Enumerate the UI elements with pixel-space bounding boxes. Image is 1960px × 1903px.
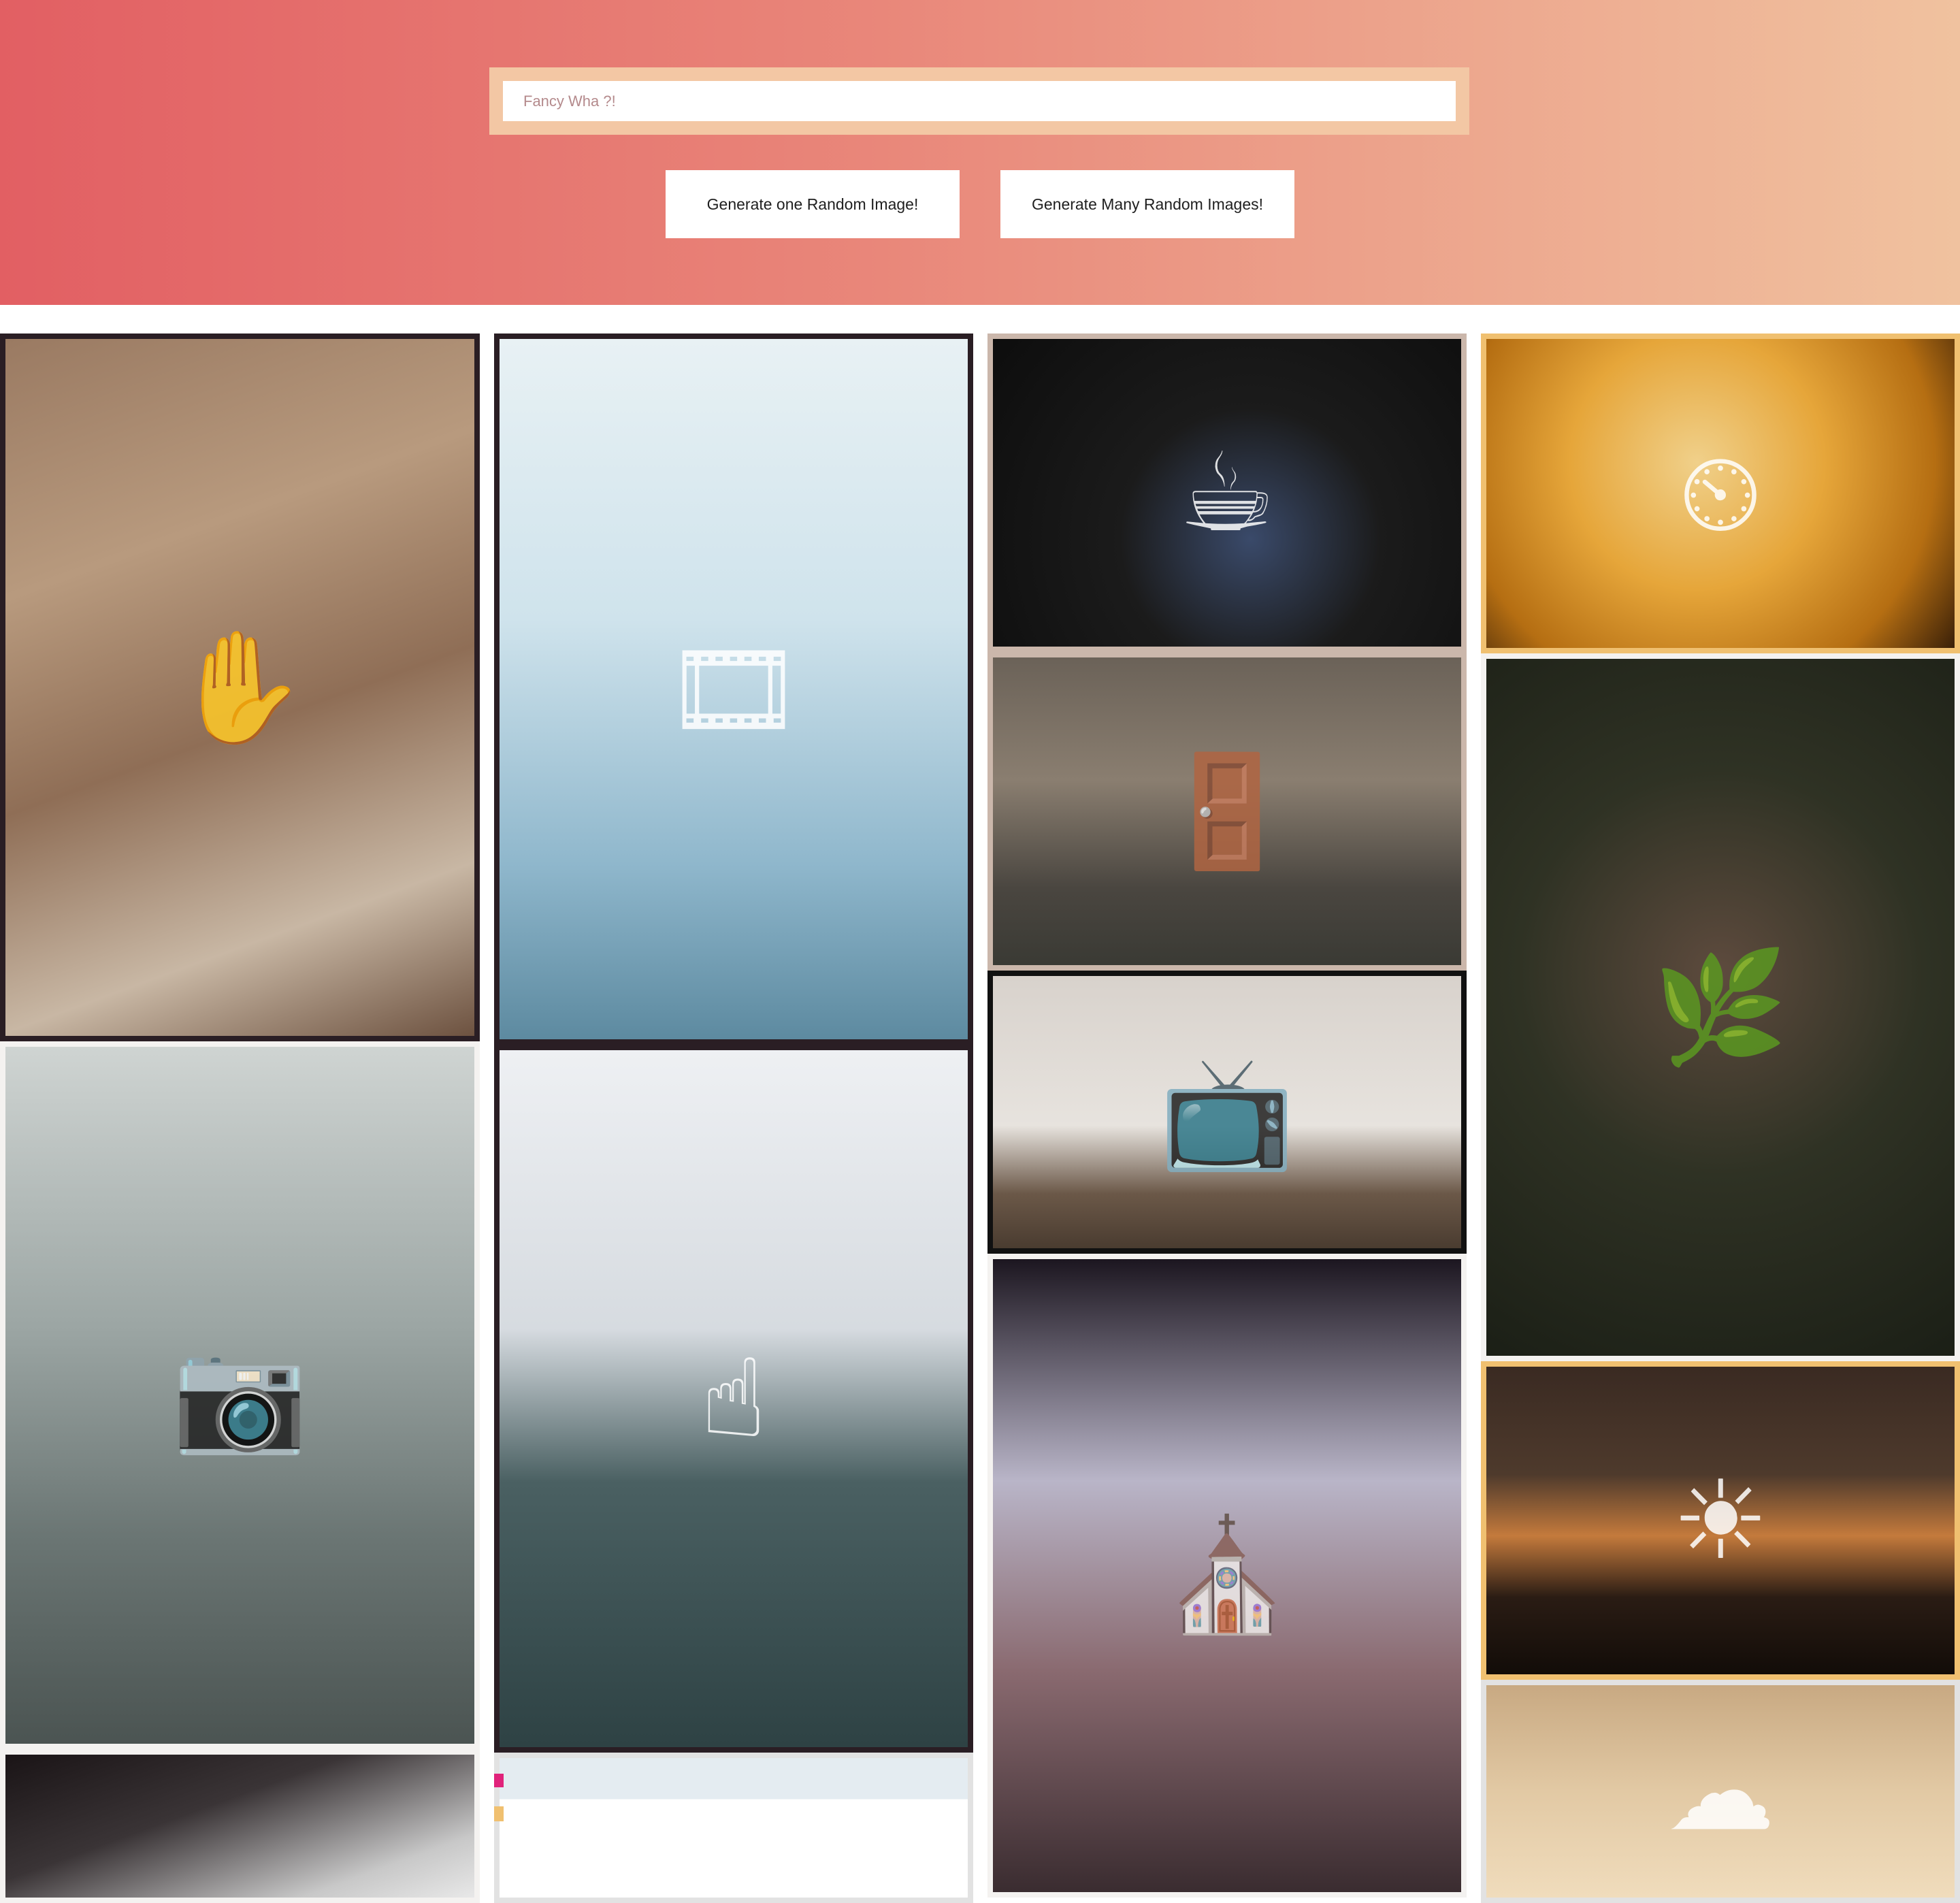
- gallery-image-old-door-teddy-bear[interactable]: 🚪: [987, 652, 1467, 971]
- yellow-marker: [494, 1806, 504, 1821]
- camera-icon: 📷: [172, 1331, 308, 1459]
- arch-icon: ⛪: [1159, 1512, 1295, 1639]
- gauge-icon: ⏲: [1678, 429, 1763, 557]
- gallery-image-sydney-opera-house-hand[interactable]: ☝: [494, 1045, 973, 1753]
- gallery-image-gloves-newspaper-coffee[interactable]: ✋: [0, 334, 480, 1041]
- gallery-image-person-on-garden-path[interactable]: 🌿: [1481, 653, 1960, 1361]
- search-frame: [489, 67, 1469, 135]
- gallery-image-photographer-with-camera[interactable]: [0, 1749, 480, 1903]
- gallery-image-sky-clouds[interactable]: ☁: [1481, 1680, 1960, 1903]
- gallery-image-old-tv-on-floor[interactable]: 📺: [987, 971, 1467, 1254]
- film-icon: 🎞: [664, 625, 803, 753]
- photo: [500, 1758, 968, 1898]
- photo: [5, 1755, 474, 1898]
- pink-marker: [494, 1774, 504, 1787]
- search-input[interactable]: [503, 81, 1456, 121]
- tv-icon: 📺: [1159, 1048, 1295, 1175]
- door-icon: 🚪: [1159, 747, 1295, 875]
- generate-one-button[interactable]: Generate one Random Image!: [666, 170, 960, 238]
- hero-header: Generate one Random Image! Generate Many…: [0, 0, 1960, 305]
- gallery-image-barometer-on-wood[interactable]: ⏲: [1481, 334, 1960, 653]
- glove-icon: ✋: [172, 623, 308, 751]
- gallery-image-loading-placeholder[interactable]: [494, 1753, 973, 1903]
- gallery-image-hanging-twin-lens-camera[interactable]: 📷: [0, 1041, 480, 1749]
- leaf-icon: 🌿: [1652, 943, 1788, 1071]
- generate-many-button[interactable]: Generate Many Random Images!: [1000, 170, 1294, 238]
- cloud-icon: ☁: [1666, 1727, 1775, 1855]
- coffee-icon: ☕: [1178, 429, 1276, 556]
- gallery-image-foto-film-canister[interactable]: 🎞: [494, 334, 973, 1045]
- hand-icon: ☝: [700, 1335, 767, 1462]
- sun-icon: ☀: [1671, 1457, 1769, 1584]
- gallery-image-pouring-coffee[interactable]: ☕: [987, 334, 1467, 652]
- gallery-image-mountain-sunset[interactable]: ☀: [1481, 1361, 1960, 1680]
- gallery-image-london-arch-big-ben[interactable]: ⛪: [987, 1254, 1467, 1898]
